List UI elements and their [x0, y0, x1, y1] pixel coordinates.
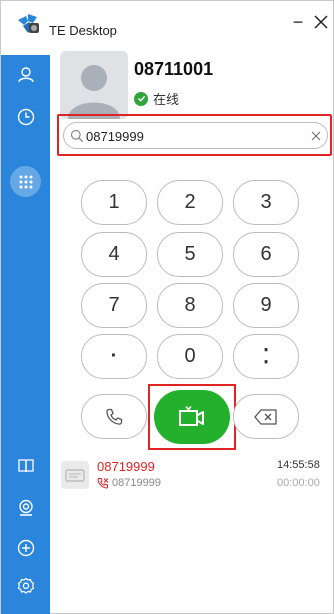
contact-card-icon: [61, 461, 89, 489]
search-input[interactable]: [86, 126, 296, 146]
status-text: 在线: [153, 92, 180, 107]
key-colon[interactable]: ⁚: [233, 334, 299, 379]
sidebar-item-directory[interactable]: [13, 453, 38, 478]
video-call-button[interactable]: [154, 390, 230, 444]
sidebar-item-contacts[interactable]: [13, 62, 38, 87]
backspace-icon: [254, 408, 277, 425]
book-icon: [17, 458, 34, 472]
presence-status: 在线: [134, 89, 179, 108]
clear-icon[interactable]: [309, 129, 323, 143]
history-time: 14:55:58: [277, 459, 320, 471]
dialpad-icon: [19, 175, 32, 188]
history-subline: 08719999: [97, 477, 161, 489]
add-circle-icon: [17, 539, 34, 556]
sidebar-item-history[interactable]: [13, 104, 38, 129]
title-bar: TE Desktop −: [1, 1, 333, 45]
key-2[interactable]: 2: [157, 180, 223, 225]
app-title: TE Desktop: [49, 23, 117, 38]
audio-call-button[interactable]: [81, 394, 147, 439]
video-call-icon: [179, 405, 204, 426]
close-icon[interactable]: [312, 13, 330, 31]
avatar: [60, 51, 128, 119]
missed-call-icon: [97, 478, 109, 489]
online-check-icon: [134, 91, 148, 106]
phone-icon: [106, 408, 123, 425]
sidebar-item-settings[interactable]: [13, 573, 38, 598]
clock-icon: [17, 108, 34, 125]
sidebar: [1, 55, 50, 614]
search-icon: [70, 129, 84, 143]
key-1[interactable]: 1: [81, 180, 147, 225]
key-3[interactable]: 3: [233, 180, 299, 225]
key-7[interactable]: 7: [81, 283, 147, 328]
key-8[interactable]: 8: [157, 283, 223, 328]
history-duration: 00:00:00: [277, 477, 320, 489]
app-window: TE Desktop − 08711001 在线 08719999 1 2 3 …: [0, 0, 334, 614]
person-avatar-icon: [68, 65, 120, 119]
key-6[interactable]: 6: [233, 232, 299, 277]
key-dot[interactable]: ·: [81, 334, 147, 379]
key-0[interactable]: 0: [157, 334, 223, 379]
key-9[interactable]: 9: [233, 283, 299, 328]
sidebar-item-dialpad[interactable]: [13, 169, 38, 194]
person-icon: [17, 66, 34, 82]
sidebar-item-conference[interactable]: [13, 495, 38, 520]
search-box[interactable]: [63, 122, 328, 149]
backspace-button[interactable]: [233, 394, 299, 439]
history-number: 08719999: [112, 477, 161, 489]
app-logo-icon: [18, 14, 39, 33]
settings-icon: [17, 577, 34, 594]
history-name: 08719999: [97, 459, 155, 474]
key-5[interactable]: 5: [157, 232, 223, 277]
minimize-button[interactable]: −: [290, 13, 306, 31]
contact-number: 08711001: [134, 59, 214, 79]
webcam-icon: [18, 499, 33, 516]
key-4[interactable]: 4: [81, 232, 147, 277]
sidebar-item-add[interactable]: [13, 535, 38, 560]
